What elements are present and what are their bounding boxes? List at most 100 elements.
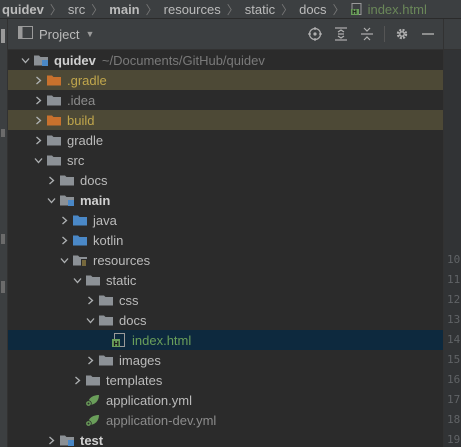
breadcrumb-item-docs[interactable]: docs bbox=[293, 0, 326, 18]
ide-window: quidev 〉 src 〉 main 〉 resources 〉 static… bbox=[0, 0, 461, 447]
chevron-down-icon[interactable] bbox=[83, 310, 97, 330]
locate-icon[interactable] bbox=[302, 23, 328, 45]
tree-folder-item[interactable]: resources bbox=[8, 250, 443, 270]
tree-item-label: application.yml bbox=[106, 392, 192, 408]
tree-folder-item[interactable]: gradle bbox=[8, 130, 443, 150]
breadcrumb-item-main[interactable]: main bbox=[103, 0, 139, 18]
tree-item-label: static bbox=[106, 272, 137, 288]
chevron-right-icon[interactable] bbox=[31, 110, 45, 130]
project-view-selector[interactable]: Project ▼ bbox=[18, 26, 94, 42]
tree-file-item[interactable]: application-dev.yml bbox=[8, 410, 443, 430]
tree-folder-item[interactable]: java bbox=[8, 210, 443, 230]
chevron-down-icon[interactable] bbox=[31, 150, 45, 170]
tree-folder-item[interactable]: css bbox=[8, 290, 443, 310]
breadcrumb-separator-icon: 〉 bbox=[226, 2, 239, 17]
tree-item-label: docs bbox=[119, 312, 147, 328]
chevron-right-icon[interactable] bbox=[31, 70, 45, 90]
folder-icon-excluded bbox=[46, 73, 62, 87]
tree-folder-item[interactable]: templates bbox=[8, 370, 443, 390]
module-folder-icon bbox=[59, 433, 75, 447]
toolbar-divider bbox=[384, 26, 385, 42]
source-folder-icon bbox=[72, 233, 88, 247]
html-file-icon: H bbox=[350, 2, 364, 16]
line-number: 18 bbox=[447, 413, 461, 426]
tree-item-label: .idea bbox=[67, 92, 96, 108]
chevron-down-icon[interactable] bbox=[70, 270, 84, 290]
tool-tab-icon[interactable] bbox=[1, 129, 5, 137]
chevron-down-icon[interactable] bbox=[18, 50, 32, 70]
chevron-down-icon[interactable] bbox=[44, 190, 58, 210]
editor-tab-strip bbox=[444, 19, 461, 50]
tree-folder-item[interactable]: src bbox=[8, 150, 443, 170]
chevron-right-icon[interactable] bbox=[44, 170, 58, 190]
chevron-right-icon[interactable] bbox=[31, 90, 45, 110]
tree-folder-item[interactable]: .gradle bbox=[8, 70, 443, 90]
chevron-down-icon: ▼ bbox=[85, 29, 95, 39]
breadcrumb-label: resources bbox=[163, 1, 221, 17]
chevron-right-icon[interactable] bbox=[31, 130, 45, 150]
chevron-right-icon[interactable] bbox=[83, 290, 97, 310]
chevron-right-icon[interactable] bbox=[57, 210, 71, 230]
breadcrumb-item-index-html[interactable]: H index.html bbox=[345, 0, 427, 18]
line-number: 12 bbox=[447, 293, 461, 306]
tree-item-label: index.html bbox=[132, 332, 192, 348]
html-file-icon: H bbox=[111, 333, 127, 347]
collapse-all-icon[interactable] bbox=[354, 23, 380, 45]
tree-folder-item[interactable]: docs bbox=[8, 170, 443, 190]
tree-folder-item[interactable]: docs bbox=[8, 310, 443, 330]
breadcrumb-label: main bbox=[109, 1, 140, 17]
tree-item-label: src bbox=[67, 152, 85, 168]
chevron-down-icon[interactable] bbox=[57, 250, 71, 270]
tree-folder-item[interactable]: .idea bbox=[8, 90, 443, 110]
tree-folder-item[interactable]: quidev ~/Documents/GitHub/quidev bbox=[8, 50, 443, 70]
breadcrumb-item-quidev[interactable]: quidev bbox=[0, 0, 44, 18]
chevron-right-icon[interactable] bbox=[44, 430, 58, 447]
expand-all-icon[interactable] bbox=[328, 23, 354, 45]
tree-file-item[interactable]: application.yml bbox=[8, 390, 443, 410]
project-tool-tab-icon[interactable] bbox=[1, 29, 5, 43]
line-number: 15 bbox=[447, 353, 461, 366]
line-number: 11 bbox=[447, 273, 461, 286]
left-tool-strip[interactable] bbox=[0, 19, 8, 447]
tool-tab-icon[interactable] bbox=[1, 234, 5, 244]
tree-folder-item[interactable]: kotlin bbox=[8, 230, 443, 250]
spring-config-icon bbox=[85, 393, 101, 407]
gear-icon[interactable] bbox=[389, 23, 415, 45]
tree-item-label: test bbox=[80, 432, 104, 447]
panel-toolbar bbox=[302, 23, 441, 45]
tree-item-label: application-dev.yml bbox=[106, 412, 217, 428]
folder-icon bbox=[46, 93, 62, 107]
line-number: 14 bbox=[447, 333, 461, 346]
resources-folder-icon bbox=[72, 253, 88, 267]
line-number: 19 bbox=[447, 433, 461, 446]
breadcrumb-item-static[interactable]: static bbox=[239, 0, 275, 18]
breadcrumb-item-resources[interactable]: resources bbox=[158, 0, 221, 18]
project-tree[interactable]: quidev ~/Documents/GitHub/quidev .gradle .i… bbox=[8, 50, 443, 447]
tree-item-label: resources bbox=[93, 252, 151, 268]
line-number: 17 bbox=[447, 393, 461, 406]
breadcrumb-separator-icon: 〉 bbox=[281, 2, 294, 17]
line-number: 10 bbox=[447, 253, 461, 266]
folder-icon bbox=[98, 293, 114, 307]
chevron-right-icon[interactable] bbox=[70, 370, 84, 390]
tree-folder-item[interactable]: test bbox=[8, 430, 443, 447]
tree-folder-item[interactable]: main bbox=[8, 190, 443, 210]
project-panel-title: Project bbox=[39, 26, 80, 42]
tree-item-label: docs bbox=[80, 172, 108, 188]
tool-tab-icon[interactable] bbox=[1, 281, 5, 293]
tree-folder-item[interactable]: static bbox=[8, 270, 443, 290]
tree-item-label: kotlin bbox=[93, 232, 124, 248]
tree-item-label: main bbox=[80, 192, 111, 208]
tree-folder-item[interactable]: images bbox=[8, 350, 443, 370]
tree-item-label: build bbox=[67, 112, 95, 128]
line-number: 16 bbox=[447, 373, 461, 386]
tree-folder-item[interactable]: build bbox=[8, 110, 443, 130]
tree-file-item[interactable]: Hindex.html bbox=[8, 330, 443, 350]
chevron-right-icon[interactable] bbox=[83, 350, 97, 370]
breadcrumb-item-src[interactable]: src bbox=[62, 0, 85, 18]
chevron-right-icon[interactable] bbox=[57, 230, 71, 250]
module-folder-icon bbox=[33, 53, 49, 67]
breadcrumb-separator-icon: 〉 bbox=[332, 2, 345, 17]
folder-icon bbox=[59, 173, 75, 187]
minimize-icon[interactable] bbox=[415, 23, 441, 45]
